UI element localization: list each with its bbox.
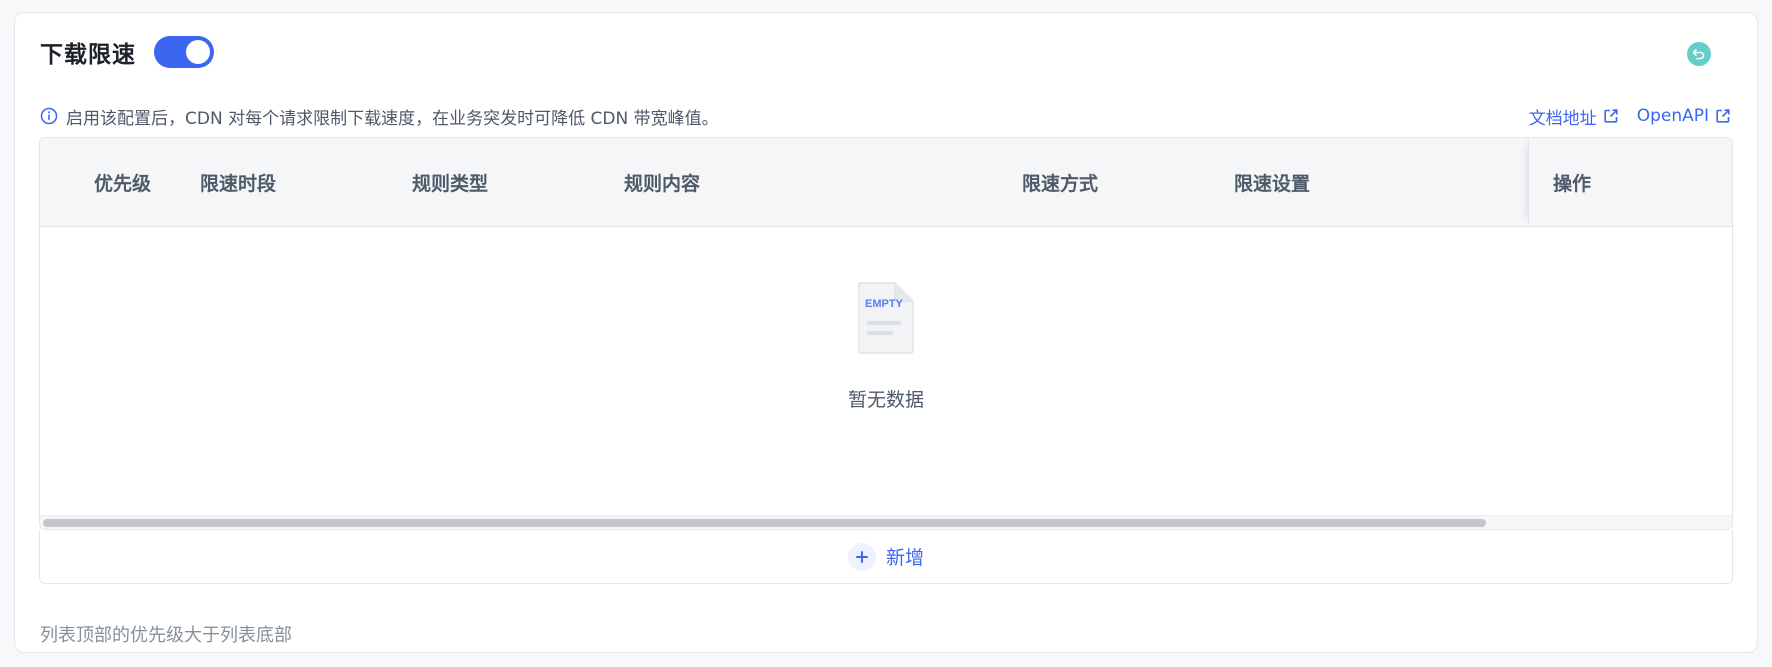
header-links: 文档地址 OpenAPI (1529, 104, 1731, 129)
openapi-link-label: OpenAPI (1636, 106, 1709, 126)
column-header-actions: 操作 (1528, 138, 1732, 226)
openapi-link[interactable]: OpenAPI (1637, 106, 1731, 126)
empty-state: EMPTY 暂无数据 (40, 227, 1732, 515)
doc-link[interactable]: 文档地址 (1529, 104, 1619, 129)
column-header-limit-method: 限速方式 (1022, 172, 1099, 195)
info-row: 启用该配置后，CDN 对每个请求限制下载速度，在业务突发时可降低 CDN 带宽峰… (40, 104, 719, 129)
download-rate-limit-card: 下载限速 启用该配置后，CDN 对每个请求限制下载速度，在业务突发时可降低 CD… (14, 12, 1758, 653)
rate-limit-toggle[interactable] (154, 36, 214, 68)
title-row: 下载限速 (40, 35, 214, 69)
scrollbar-thumb[interactable] (43, 519, 1486, 527)
priority-footnote: 列表顶部的优先级大于列表底部 (40, 625, 292, 646)
add-rule-button[interactable]: 新增 (39, 530, 1733, 584)
column-header-priority: 优先级 (94, 172, 152, 195)
external-link-icon (1604, 109, 1618, 123)
table-header: 优先级 限速时段 规则类型 规则内容 限速方式 限速设置 操作 (40, 138, 1732, 227)
empty-illustration-label: EMPTY (865, 298, 904, 310)
undo-icon (1692, 49, 1705, 60)
column-header-limit-settings: 限速设置 (1234, 172, 1311, 195)
horizontal-scrollbar[interactable] (40, 515, 1732, 529)
empty-text: 暂无数据 (847, 389, 924, 411)
plus-icon (847, 542, 876, 571)
toggle-knob (186, 40, 210, 64)
doc-link-label: 文档地址 (1528, 108, 1597, 129)
undo-button[interactable] (1687, 42, 1711, 66)
column-header-rule-content: 规则内容 (624, 172, 701, 195)
column-header-time-period: 限速时段 (200, 172, 277, 195)
external-link-icon (1716, 109, 1730, 123)
section-title: 下载限速 (40, 42, 136, 68)
rules-table: 优先级 限速时段 规则类型 规则内容 限速方式 限速设置 操作 EMPTY 暂无… (39, 137, 1733, 530)
info-icon (40, 107, 58, 125)
info-text: 启用该配置后，CDN 对每个请求限制下载速度，在业务突发时可降低 CDN 带宽峰… (66, 108, 719, 129)
column-header-rule-type: 规则类型 (412, 172, 489, 195)
empty-illustration: EMPTY (858, 282, 914, 354)
add-rule-label: 新增 (885, 547, 924, 569)
